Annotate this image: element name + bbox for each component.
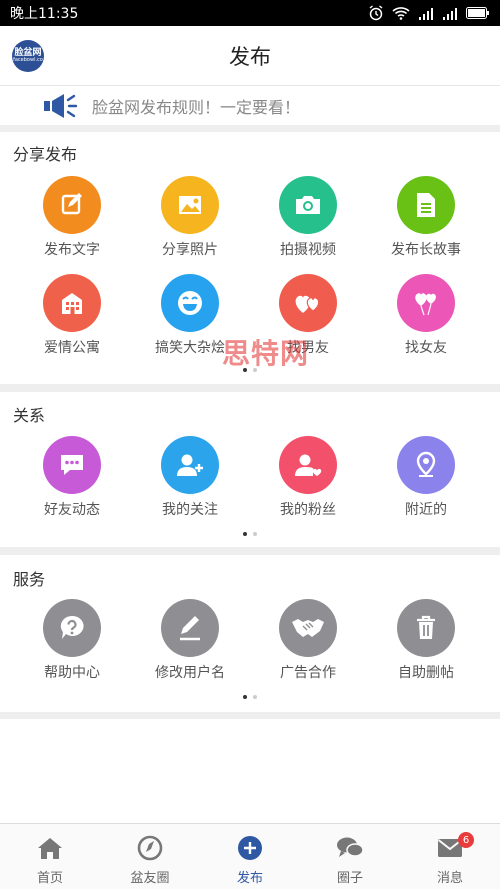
section-divider (0, 547, 500, 555)
grid-item-label: 广告合作 (280, 665, 336, 681)
speaker-icon (44, 94, 78, 118)
grid-item-my-follows[interactable]: 我的关注 (131, 436, 249, 519)
page-dot-active (243, 532, 247, 536)
grid-item-ad-partnership[interactable]: 广告合作 (249, 599, 367, 682)
chat-icon (336, 834, 364, 862)
grid-item-label: 搞笑大杂烩 (155, 340, 225, 356)
page-title: 发布 (229, 44, 271, 69)
battery-icon (466, 7, 489, 19)
grid-item-love-apartment[interactable]: 爱情公寓 (13, 274, 131, 357)
grid-item-label: 爱情公寓 (44, 340, 100, 356)
section-title-relations: 关系 (13, 406, 46, 425)
chat-bubble-icon (43, 436, 101, 494)
tab-publish[interactable]: 发布 (200, 824, 300, 889)
grid-item-label: 找男友 (287, 340, 329, 356)
grid-item-find-girlfriend[interactable]: 找女友 (367, 274, 485, 357)
signal-icon-2 (443, 7, 457, 20)
grid-item-funny-mix[interactable]: 搞笑大杂烩 (131, 274, 249, 357)
page-dot-active (243, 368, 247, 372)
section-title-share: 分享发布 (13, 145, 78, 164)
logo-subtext: facebowl.co (13, 57, 43, 64)
section-services: 服务 帮助中心 修改用户名 广告合作 自助删帖 (0, 555, 500, 712)
wifi-icon (392, 7, 410, 20)
document-icon (397, 176, 455, 234)
user-heart-icon (279, 436, 337, 494)
grid-item-label: 附近的 (405, 502, 447, 518)
section-divider (0, 125, 500, 132)
grid-item-label: 分享照片 (162, 242, 218, 258)
grid-item-help-center[interactable]: 帮助中心 (13, 599, 131, 682)
grid-item-my-fans[interactable]: 我的粉丝 (249, 436, 367, 519)
section-relations: 关系 好友动态 我的关注 我的粉丝 附近的 (0, 392, 500, 547)
plus-circle-icon (236, 834, 264, 862)
page-indicator (0, 532, 500, 536)
pen-icon (161, 599, 219, 657)
camera-icon (279, 176, 337, 234)
edit-icon (43, 176, 101, 234)
grid-item-nearby[interactable]: 附近的 (367, 436, 485, 519)
tab-label: 盆友圈 (130, 871, 170, 886)
status-bar: 晚上11:35 (0, 0, 500, 26)
signal-icon (419, 7, 433, 20)
tab-circles[interactable]: 圈子 (300, 824, 400, 889)
grid-item-post-story[interactable]: 发布长故事 (367, 176, 485, 259)
location-pin-icon (397, 436, 455, 494)
grid-item-find-boyfriend[interactable]: 找男友 (249, 274, 367, 357)
app-logo[interactable]: 脸盆网 facebowl.co (12, 40, 44, 72)
compass-icon (136, 834, 164, 862)
help-icon (43, 599, 101, 657)
laugh-face-icon (161, 274, 219, 332)
tab-label: 圈子 (336, 871, 363, 886)
grid-item-label: 自助删帖 (398, 665, 454, 681)
handshake-icon (279, 599, 337, 657)
notice-text: 脸盆网发布规则！一定要看！ (92, 98, 301, 117)
grid-item-share-photo[interactable]: 分享照片 (131, 176, 249, 259)
hearts-icon (279, 274, 337, 332)
tab-label: 消息 (436, 871, 463, 886)
grid-item-label: 我的关注 (162, 502, 218, 518)
page-dot (253, 368, 257, 372)
grid-item-shoot-video[interactable]: 拍摄视频 (249, 176, 367, 259)
section-divider (0, 712, 500, 719)
tab-label: 首页 (36, 871, 63, 886)
bottom-tab-bar: 首页 盆友圈 发布 圈子 6 消息 (0, 823, 500, 889)
grid-item-post-text[interactable]: 发布文字 (13, 176, 131, 259)
grid-item-friend-feed[interactable]: 好友动态 (13, 436, 131, 519)
tab-messages[interactable]: 6 消息 (400, 824, 500, 889)
add-user-icon (161, 436, 219, 494)
grid-item-edit-username[interactable]: 修改用户名 (131, 599, 249, 682)
notice-banner[interactable]: 脸盆网发布规则！一定要看！ (0, 87, 500, 125)
grid-item-label: 发布文字 (44, 242, 100, 258)
grid-item-label: 修改用户名 (155, 665, 225, 681)
section-share: 分享发布 发布文字 分享照片 拍摄视频 发布长故事 爱情公寓 搞笑大杂烩 找男友… (0, 132, 500, 384)
grid-item-label: 拍摄视频 (280, 242, 336, 258)
page-dot-active (243, 695, 247, 699)
grid-item-label: 我的粉丝 (280, 502, 336, 518)
message-count-badge: 6 (458, 832, 474, 848)
tab-friend-circle[interactable]: 盆友圈 (100, 824, 200, 889)
status-icons (368, 5, 490, 21)
grid-item-label: 找女友 (405, 340, 447, 356)
home-icon (36, 834, 64, 862)
grid-item-label: 帮助中心 (44, 665, 100, 681)
tab-label: 发布 (236, 871, 263, 886)
alarm-icon (369, 5, 383, 21)
hearts-balloon-icon (397, 274, 455, 332)
section-title-services: 服务 (13, 570, 46, 589)
trash-icon (397, 599, 455, 657)
page-dot (253, 695, 257, 699)
grid-item-delete-post[interactable]: 自助删帖 (367, 599, 485, 682)
grid-item-label: 发布长故事 (391, 242, 461, 258)
status-time: 晚上11:35 (10, 6, 79, 22)
building-icon (43, 274, 101, 332)
section-divider (0, 384, 500, 392)
page-dot (253, 532, 257, 536)
tab-home[interactable]: 首页 (0, 824, 100, 889)
photo-icon (161, 176, 219, 234)
grid-item-label: 好友动态 (44, 502, 100, 518)
page-indicator (0, 695, 500, 699)
header: 脸盆网 facebowl.co 发布 (0, 26, 500, 86)
page-indicator (0, 368, 500, 372)
